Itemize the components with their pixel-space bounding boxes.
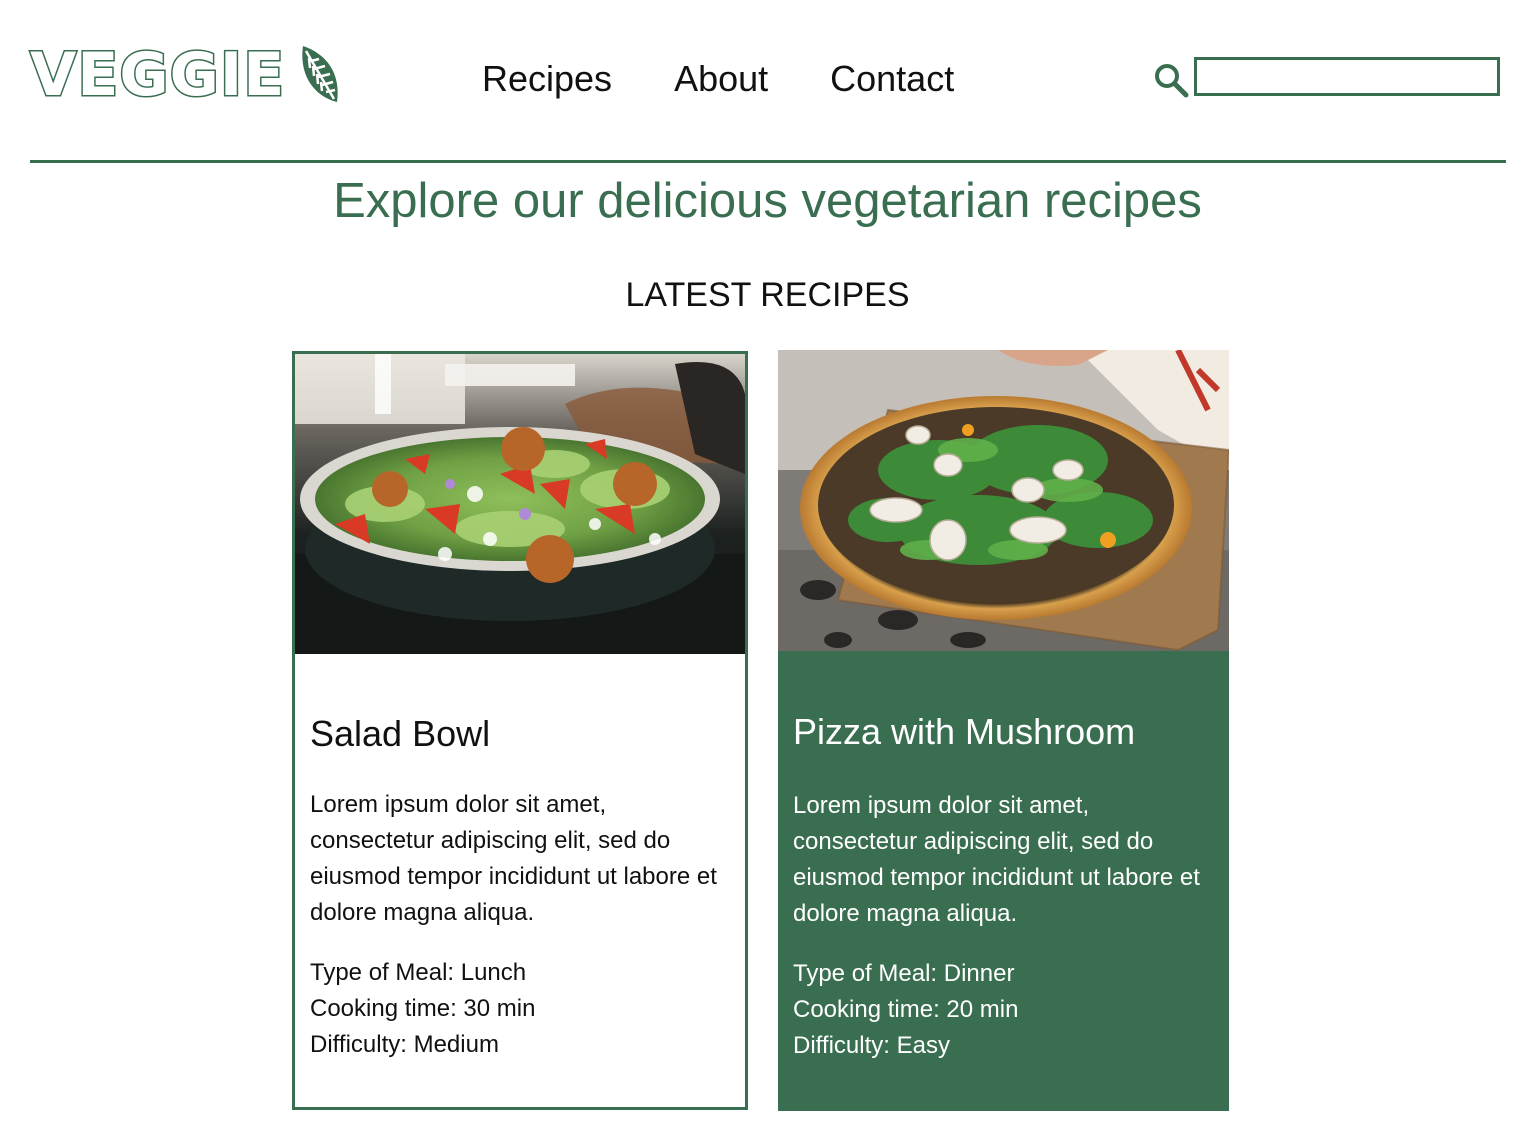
recipe-title[interactable]: Salad Bowl — [295, 711, 745, 757]
recipe-description: Lorem ipsum dolor sit amet, consectetur … — [310, 791, 717, 926]
page-title: Explore our delicious vegetarian recipes — [333, 174, 1202, 228]
nav-item-recipes[interactable]: Recipes — [482, 55, 612, 103]
brand-logo[interactable]: VEGGIE — [28, 39, 343, 112]
recipe-cooking-time: Cooking time: 20 min — [793, 996, 1019, 1023]
brand-name: VEGGIE — [28, 39, 286, 112]
search-input[interactable] — [1194, 57, 1500, 96]
recipe-difficulty: Difficulty: Easy — [793, 1032, 950, 1059]
recipe-card-salad-bowl[interactable]: Salad Bowl Lorem ipsum dolor sit amet, c… — [292, 351, 748, 1110]
salad-bowl-image — [295, 354, 745, 654]
recipe-meal-type: Type of Meal: Lunch — [310, 959, 527, 986]
recipe-description: Lorem ipsum dolor sit amet, consectetur … — [793, 792, 1200, 927]
recipe-cooking-time: Cooking time: 30 min — [310, 995, 536, 1022]
recipe-title[interactable]: Pizza with Mushroom — [778, 709, 1229, 755]
search-icon[interactable] — [1153, 62, 1189, 98]
nav-item-about[interactable]: About — [674, 55, 768, 103]
section-title: LATEST RECIPES — [625, 276, 910, 314]
nav-item-contact[interactable]: Contact — [830, 55, 954, 103]
recipe-difficulty: Difficulty: Medium — [310, 1031, 499, 1058]
recipe-meta: Type of Meal: Dinner Cooking time: 20 mi… — [778, 956, 1229, 1064]
header-divider — [30, 160, 1506, 163]
pizza-image — [778, 350, 1229, 651]
main-nav: Recipes About Contact — [482, 55, 954, 103]
recipe-meta: Type of Meal: Lunch Cooking time: 30 min… — [295, 955, 745, 1063]
page: VEGGIE Recipes About Contact Explore our… — [0, 0, 1535, 1146]
recipe-meal-type: Type of Meal: Dinner — [793, 960, 1015, 987]
recipe-card-pizza-with-mushroom[interactable]: Pizza with Mushroom Lorem ipsum dolor si… — [778, 350, 1229, 1111]
leaf-icon — [302, 46, 338, 102]
